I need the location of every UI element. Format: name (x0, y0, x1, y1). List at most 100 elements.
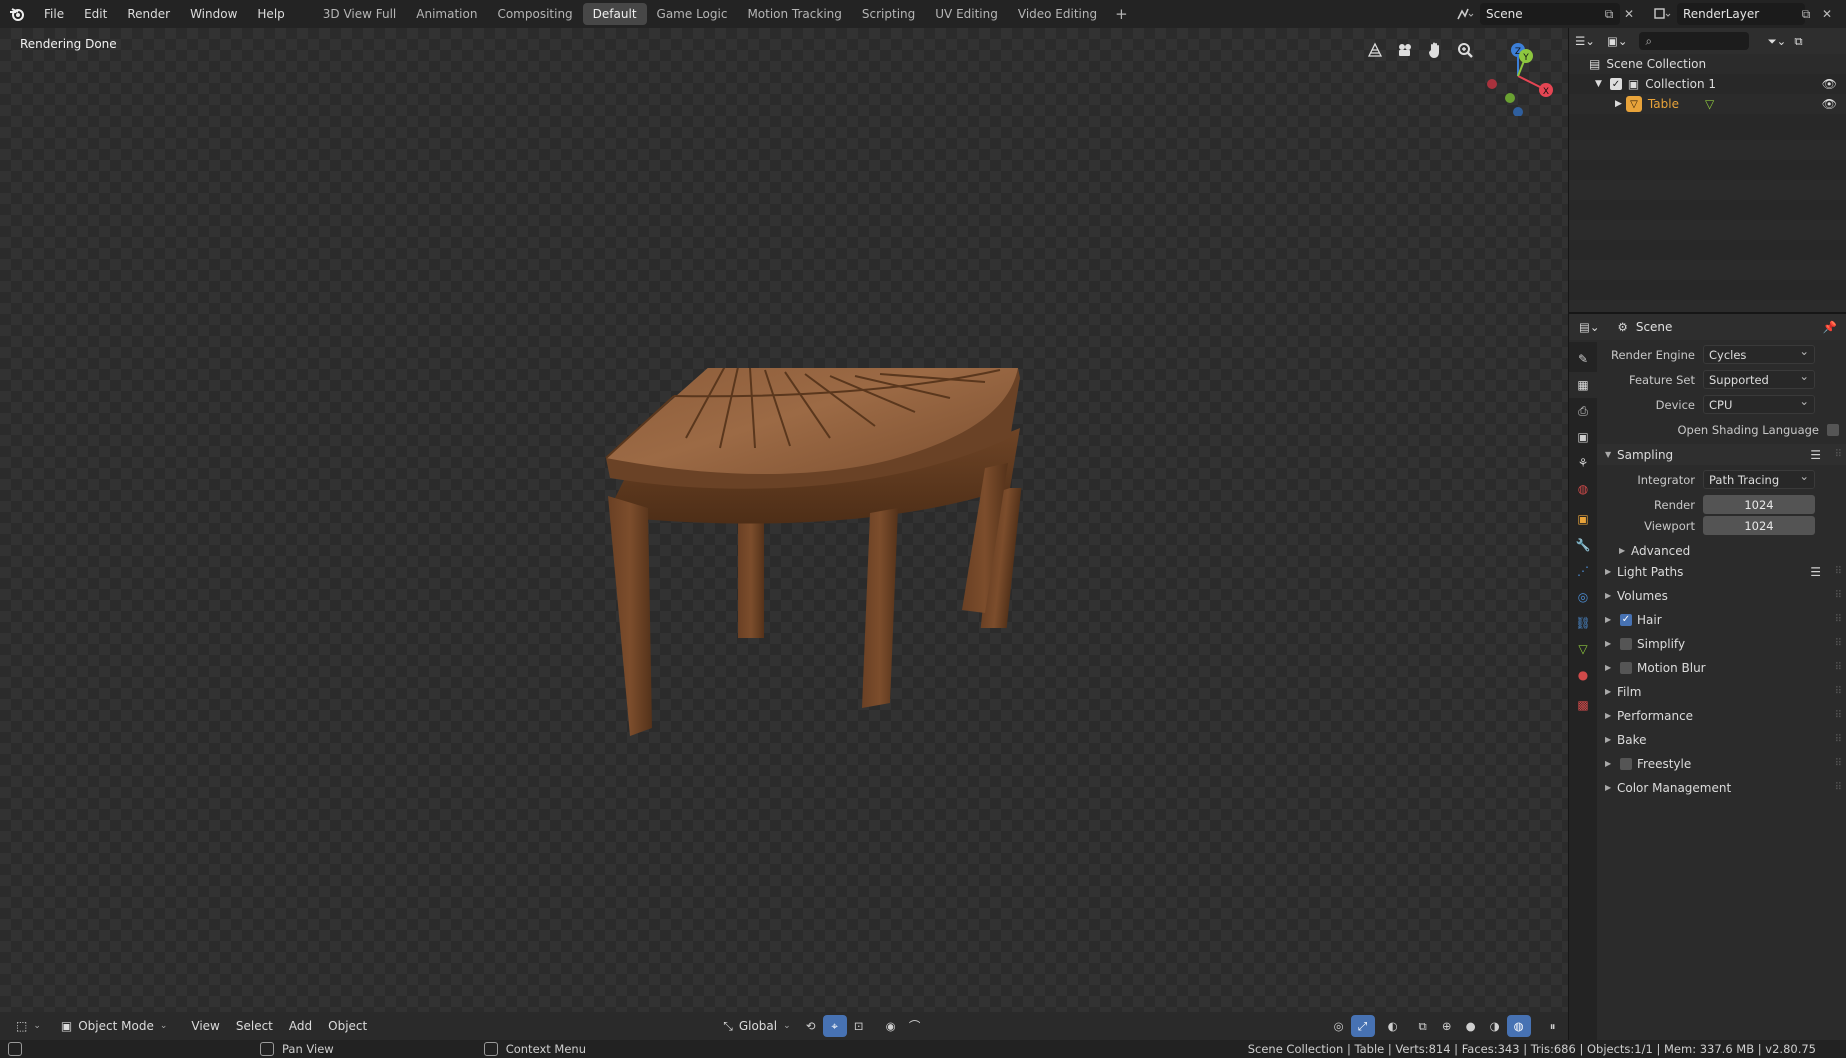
view-layer-browse-icon[interactable] (1647, 3, 1677, 25)
particles-tab-icon[interactable]: ⋰ (1569, 558, 1597, 584)
blender-logo-icon[interactable] (0, 0, 34, 28)
outliner-editor-type-icon[interactable]: ☰⌄ (1575, 34, 1595, 48)
outliner-object-table[interactable]: ▶ ▽ Table ▽ 👁 (1569, 94, 1846, 114)
proportional-edit-icon[interactable]: ◉ (879, 1015, 903, 1037)
mesh-data-icon[interactable]: ▽ (1705, 97, 1714, 111)
menu-select[interactable]: Select (228, 1015, 281, 1037)
object-tab-icon[interactable]: ▣ (1569, 506, 1597, 532)
rendered-shading-icon[interactable]: ◍ (1506, 1015, 1531, 1037)
feature-set-dropdown[interactable]: Supported (1703, 369, 1815, 389)
properties-editor-type-icon[interactable]: ▤⌄ (1579, 320, 1600, 334)
mesh-data-tab-icon[interactable]: ▽ (1569, 636, 1597, 662)
color-management-panel[interactable]: ▶ Color Management ⠿ (1597, 777, 1846, 798)
menu-add[interactable]: Add (281, 1015, 320, 1037)
collapse-arrow-icon[interactable]: ▶ (1615, 99, 1622, 109)
material-tab-icon[interactable]: ● (1569, 662, 1597, 688)
render-engine-dropdown[interactable]: Cycles (1703, 344, 1815, 364)
outliner-search-input[interactable]: ⌕ (1639, 32, 1750, 50)
delete-scene-icon[interactable]: ✕ (1620, 5, 1638, 23)
light-paths-panel[interactable]: ▶ Light Paths ☰ ⠿ (1597, 561, 1846, 582)
wireframe-shading-icon[interactable]: ⊕ (1435, 1015, 1459, 1037)
drag-handle-icon[interactable]: ⠿ (1835, 449, 1842, 460)
drag-handle-icon[interactable]: ⠿ (1835, 710, 1842, 721)
constraints-tab-icon[interactable]: ⛓ (1569, 610, 1597, 636)
scene-browse-icon[interactable] (1450, 3, 1480, 25)
integrator-dropdown[interactable]: Path Tracing (1703, 469, 1815, 489)
grid-view-icon[interactable] (1363, 38, 1387, 62)
scene-name-field[interactable]: Scene (1480, 3, 1620, 25)
menu-file[interactable]: File (34, 0, 74, 28)
render-tab-icon[interactable]: ▦ (1569, 372, 1597, 398)
view-layer-tab-icon[interactable]: ▣ (1569, 424, 1597, 450)
menu-help[interactable]: Help (247, 0, 294, 28)
add-workspace-button[interactable]: + (1107, 5, 1136, 23)
freestyle-checkbox[interactable] (1620, 757, 1632, 770)
drag-handle-icon[interactable]: ⠿ (1835, 638, 1842, 649)
tab-animation[interactable]: Animation (406, 3, 487, 25)
menu-window[interactable]: Window (180, 0, 247, 28)
drag-handle-icon[interactable]: ⠿ (1835, 614, 1842, 625)
physics-tab-icon[interactable]: ◎ (1569, 584, 1597, 610)
pivot-point-icon[interactable]: ⟲ (799, 1015, 823, 1037)
snap-target-icon[interactable]: ⊡ (847, 1015, 871, 1037)
drag-handle-icon[interactable]: ⠿ (1835, 782, 1842, 793)
mode-selector[interactable]: ▣ Object Mode ⌄ (53, 1015, 175, 1037)
render-samples-field[interactable]: 1024 (1703, 495, 1815, 514)
eye-icon[interactable]: 👁 (1822, 77, 1837, 91)
gizmo-neg-y[interactable] (1505, 93, 1515, 103)
outliner-display-mode-icon[interactable]: ▣⌄ (1607, 34, 1628, 48)
outliner-collection-1[interactable]: ▼ ✓ ▣ Collection 1 👁 (1569, 74, 1846, 94)
tab-3d-view-full[interactable]: 3D View Full (313, 3, 407, 25)
viewport-samples-field[interactable]: 1024 (1703, 516, 1815, 535)
menu-render[interactable]: Render (117, 0, 180, 28)
tab-compositing[interactable]: Compositing (487, 3, 582, 25)
tab-game-logic[interactable]: Game Logic (647, 3, 738, 25)
scene-tab-icon[interactable]: ⚘ (1569, 450, 1597, 476)
menu-edit[interactable]: Edit (74, 0, 117, 28)
drag-handle-icon[interactable]: ⠿ (1835, 686, 1842, 697)
transform-orientation-dropdown[interactable]: ⤡ Global ⌄ (715, 1015, 798, 1037)
tab-uv-editing[interactable]: UV Editing (925, 3, 1008, 25)
modifier-tab-icon[interactable]: 🔧 (1569, 532, 1597, 558)
motion-blur-panel[interactable]: ▶ Motion Blur ⠿ (1597, 657, 1846, 678)
hair-panel[interactable]: ▶ ✓ Hair ⠿ (1597, 609, 1846, 630)
tool-tab-icon[interactable]: ✎ (1569, 346, 1597, 372)
drag-handle-icon[interactable]: ⠿ (1835, 758, 1842, 769)
gizmo-neg-x[interactable] (1487, 79, 1497, 89)
advanced-subpanel[interactable]: ▶ Advanced (1597, 540, 1846, 561)
freestyle-panel[interactable]: ▶ Freestyle ⠿ (1597, 753, 1846, 774)
sampling-panel-header[interactable]: ▼ Sampling ☰ ⠿ (1597, 444, 1846, 465)
new-view-layer-icon[interactable]: ⧉ (1797, 5, 1815, 23)
menu-object[interactable]: Object (320, 1015, 375, 1037)
simplify-panel[interactable]: ▶ Simplify ⠿ (1597, 633, 1846, 654)
presets-list-icon[interactable]: ☰ (1810, 565, 1821, 579)
tab-motion-tracking[interactable]: Motion Tracking (737, 3, 851, 25)
world-tab-icon[interactable]: ◍ (1569, 476, 1597, 502)
menu-view[interactable]: View (183, 1015, 227, 1037)
material-shading-icon[interactable]: ◑ (1483, 1015, 1507, 1037)
device-dropdown[interactable]: CPU (1703, 394, 1815, 414)
filter-icon[interactable]: ⏷⌄ (1767, 34, 1786, 49)
pin-icon[interactable]: 📌 (1823, 320, 1837, 334)
outliner-scene-collection[interactable]: ▤ Scene Collection (1569, 54, 1846, 74)
hair-checkbox[interactable]: ✓ (1620, 613, 1632, 626)
drag-handle-icon[interactable]: ⠿ (1835, 590, 1842, 601)
osl-checkbox[interactable] (1827, 423, 1839, 436)
delete-view-layer-icon[interactable]: ✕ (1818, 5, 1836, 23)
motion-blur-checkbox[interactable] (1620, 661, 1632, 674)
gizmo-neg-z[interactable] (1513, 107, 1523, 116)
drag-handle-icon[interactable]: ⠿ (1835, 662, 1842, 673)
tab-video-editing[interactable]: Video Editing (1008, 3, 1107, 25)
collection-exclude-checkbox[interactable]: ✓ (1609, 78, 1622, 90)
expand-arrow-icon[interactable]: ▼ (1595, 79, 1602, 89)
3d-viewport[interactable]: Rendering Done Z Y X (0, 28, 1568, 1040)
drag-handle-icon[interactable]: ⠿ (1835, 734, 1842, 745)
navigation-gizmo[interactable]: Z Y X (1470, 36, 1560, 116)
falloff-icon[interactable]: ⌒ (903, 1015, 927, 1037)
visibility-filter-icon[interactable]: ◎ (1327, 1015, 1351, 1037)
overlay-toggle-icon[interactable]: ◐ (1381, 1015, 1405, 1037)
eye-icon[interactable]: 👁 (1822, 97, 1837, 111)
new-collection-icon[interactable]: ⧉ (1794, 34, 1802, 49)
bake-panel[interactable]: ▶ Bake ⠿ (1597, 729, 1846, 750)
gizmo-toggle-icon[interactable]: ⤢ (1350, 1015, 1375, 1037)
